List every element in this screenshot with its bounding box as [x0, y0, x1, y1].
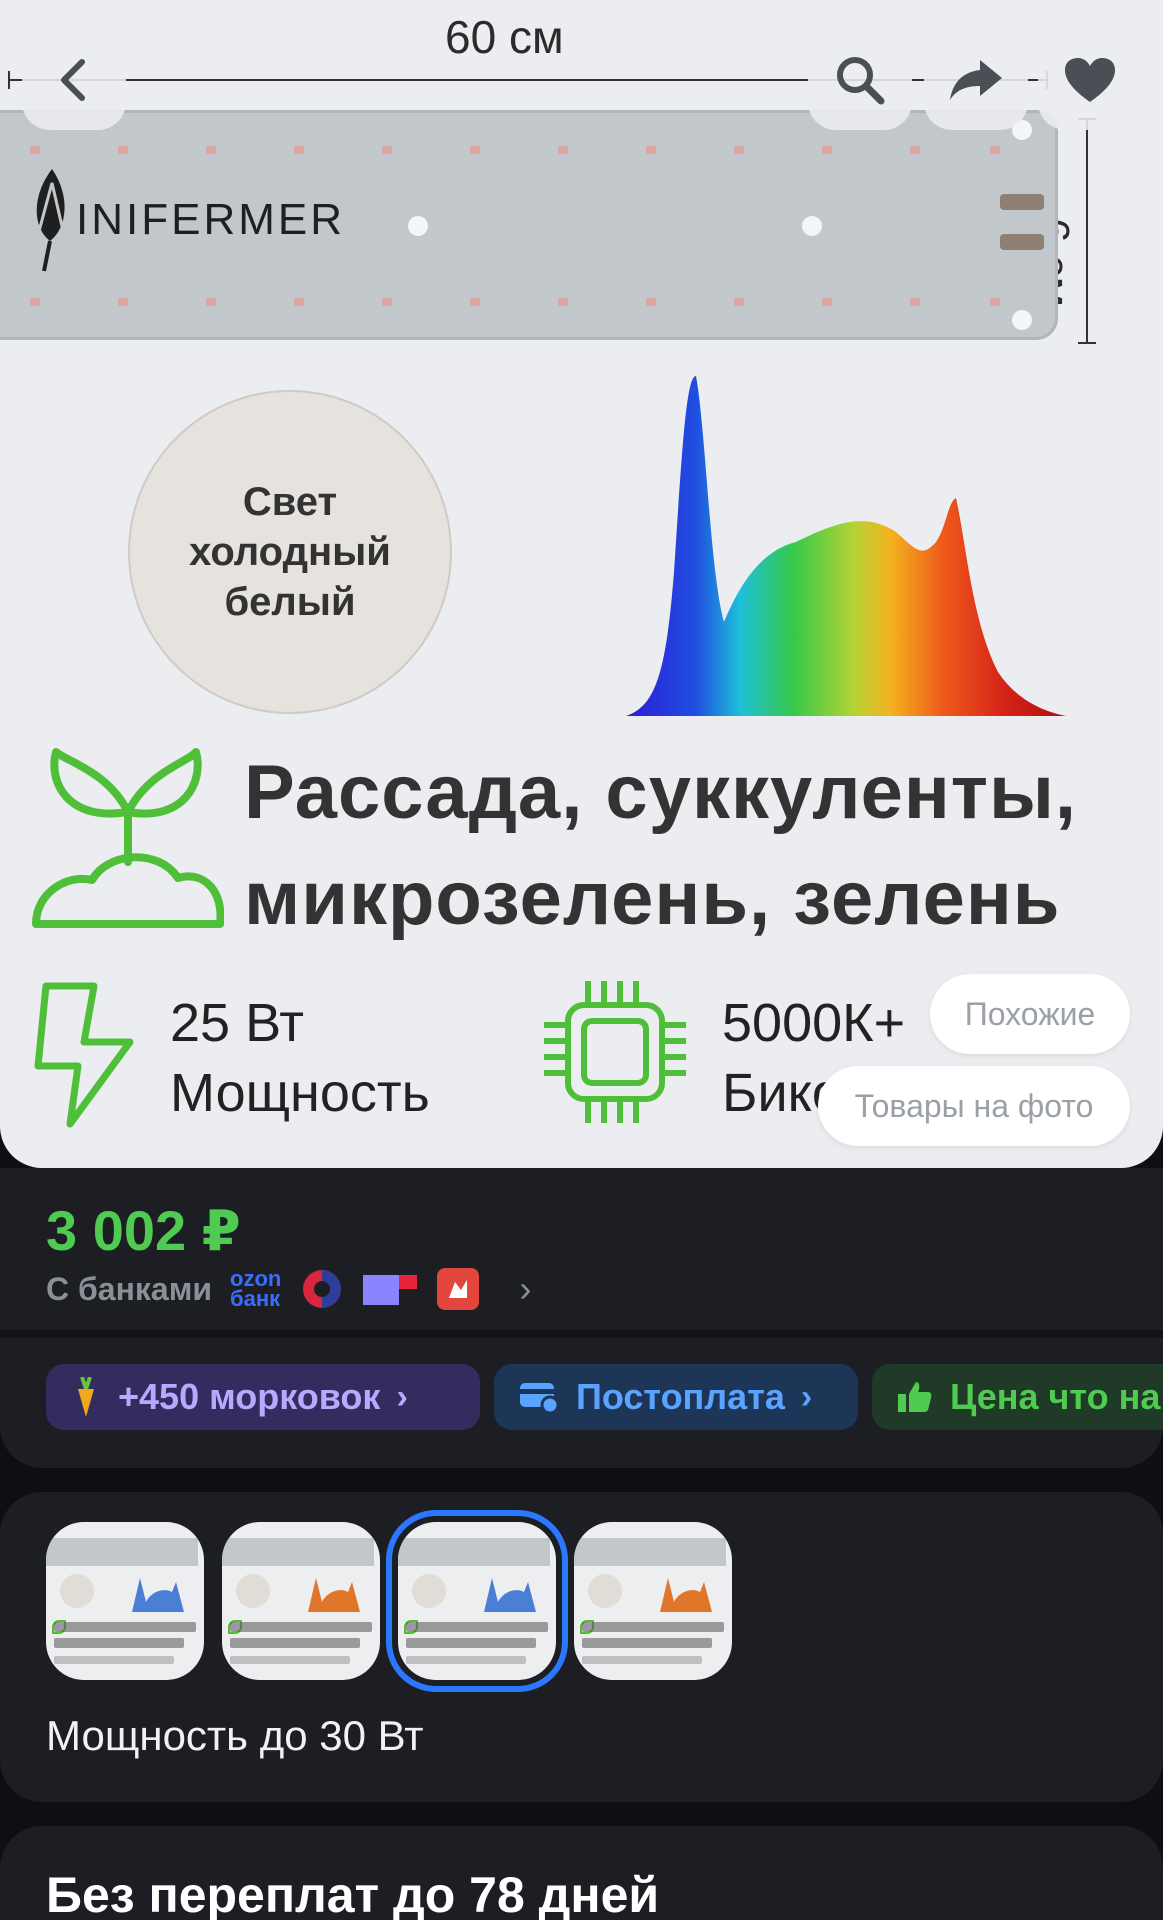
carrot-icon	[72, 1377, 100, 1417]
variant-thumbnail-selected[interactable]	[386, 1510, 568, 1692]
similar-button[interactable]: Похожие	[930, 974, 1130, 1054]
power-spec: 25 Вт Мощность	[170, 988, 430, 1128]
price-section: 3 002 ₽ С банками ozon банк › +450 морков…	[0, 1168, 1163, 1468]
brand-name: INIFERMER	[76, 195, 345, 244]
bolt-icon	[34, 982, 134, 1128]
variant-thumbnail[interactable]	[46, 1522, 204, 1680]
product-image-gallery[interactable]: 60 см 6 см INIFERMER Свет холодный белый	[0, 0, 1163, 1168]
brand-logo: INIFERMER	[30, 165, 345, 275]
chevron-right-icon: ›	[396, 1377, 408, 1416]
installments-title: Без переплат до 78 дней	[46, 1867, 660, 1920]
light-type-text: Свет холодный белый	[189, 480, 391, 624]
postpay-chip[interactable]: Постоплата ›	[494, 1364, 858, 1430]
bank-offers-row[interactable]: С банками ozon банк ›	[46, 1268, 531, 1310]
light-type-badge: Свет холодный белый	[128, 390, 452, 714]
bank-logo-4-icon	[437, 1268, 480, 1310]
products-on-photo-button[interactable]: Товары на фото	[818, 1066, 1130, 1146]
bank-logo-2-icon	[301, 1268, 343, 1310]
width-label: 60 см	[445, 11, 564, 63]
height-ruler	[1078, 118, 1096, 344]
favorite-button[interactable]	[1038, 30, 1142, 130]
search-icon	[837, 57, 885, 105]
installments-section[interactable]: Без переплат до 78 дней	[0, 1826, 1163, 1920]
variant-thumbnails	[46, 1510, 732, 1692]
thumbs-up-icon	[898, 1380, 932, 1414]
postpay-chip-label: Постоплата	[576, 1376, 785, 1417]
use-case-line-2: микрозелень, зелень	[244, 856, 1061, 941]
chevron-left-icon	[61, 59, 85, 101]
variants-section: Мощность до 30 Вт	[0, 1492, 1163, 1802]
chevron-right-icon: ›	[800, 1377, 813, 1416]
share-icon	[950, 60, 1002, 100]
leaf-logo-icon	[36, 169, 66, 272]
card-icon	[520, 1381, 558, 1413]
banks-label: С банками	[46, 1270, 213, 1307]
divider	[0, 1330, 1163, 1338]
ozon-logo-line-2: банк	[230, 1286, 281, 1311]
carrots-chip[interactable]: +450 морковок ›	[46, 1364, 480, 1430]
back-button[interactable]	[22, 30, 126, 130]
light-spectrum-graphic	[626, 376, 1066, 716]
use-case-title: Рассада, суккуленты, микрозелень, зелень	[244, 740, 1144, 952]
share-button[interactable]	[924, 30, 1028, 130]
heart-icon	[1065, 58, 1115, 102]
variant-thumbnail[interactable]	[222, 1522, 380, 1680]
price: 3 002 ₽	[46, 1199, 241, 1262]
price-chip[interactable]: Цена что на	[872, 1364, 1163, 1430]
sprout-icon	[32, 748, 224, 928]
ozon-bank-logo: ozon банк	[230, 1268, 281, 1311]
variant-thumbnail[interactable]	[574, 1522, 732, 1680]
power-label: Мощность	[170, 1063, 430, 1123]
price-chip-label: Цена что на	[950, 1376, 1161, 1417]
chevron-right-icon: ›	[519, 1268, 532, 1309]
carrots-chip-label: +450 морковок	[118, 1376, 381, 1417]
use-case-line-1: Рассада, суккуленты,	[244, 750, 1077, 835]
search-button[interactable]	[808, 30, 912, 130]
promo-chips: +450 морковок › Постоплата › Цена что на	[46, 1364, 1163, 1430]
variant-label: Мощность до 30 Вт	[46, 1712, 424, 1759]
chip-icon	[544, 981, 686, 1123]
bank-logo-3-icon	[363, 1271, 418, 1307]
power-value: 25 Вт	[170, 993, 305, 1053]
